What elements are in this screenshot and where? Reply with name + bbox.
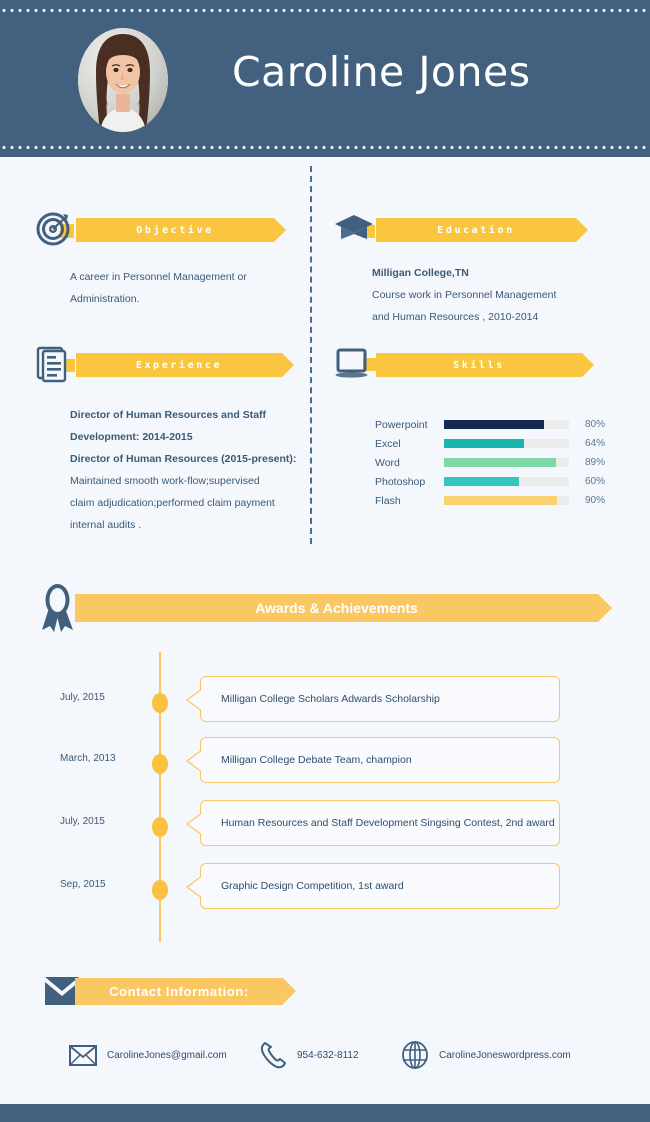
objective-line-0: A career in Personnel Management or [70, 271, 247, 283]
timeline-pointer-icon [186, 876, 202, 898]
skill-label: Excel [375, 437, 401, 450]
skills-ribbon: Skills [376, 353, 594, 377]
skill-fill [444, 496, 557, 505]
contact-text: 954-632-8112 [297, 1049, 359, 1061]
skill-label: Powerpoint [375, 418, 428, 431]
contact-item[interactable]: 954-632-8112 [258, 1040, 359, 1070]
contact-list: CarolineJones@gmail.com 954-632-8112 Carol… [0, 1040, 650, 1080]
globe-icon [400, 1040, 430, 1070]
phone-icon [258, 1040, 288, 1070]
skill-fill [444, 458, 556, 467]
skill-track [444, 496, 570, 505]
skill-row: Powerpoint 80% [375, 415, 605, 434]
experience-line-2: Director of Human Resources (2015-presen… [70, 453, 297, 465]
avatar [78, 28, 168, 132]
laptop-icon [334, 343, 376, 385]
timeline-date: July, 2015 [60, 816, 105, 827]
timeline-item: July, 2015 Milligan College Scholars Adwa… [0, 676, 650, 728]
awards-title: Awards & Achievements [255, 600, 418, 616]
experience-line-5: internal audits . [70, 519, 142, 531]
timeline-date: Sep, 2015 [60, 879, 106, 890]
timeline-date: July, 2015 [60, 692, 105, 703]
experience-title: Experience [135, 359, 223, 371]
experience-ribbon: Experience [76, 353, 294, 377]
skill-label: Word [375, 456, 400, 469]
objective-body: A career in Personnel Management or Admi… [70, 266, 300, 310]
timeline-item: Sep, 2015 Graphic Design Competition, 1st… [0, 863, 650, 915]
contact-item[interactable]: CarolineJones@gmail.com [68, 1040, 227, 1070]
skill-percent: 60% [585, 476, 606, 487]
skill-percent: 89% [585, 457, 606, 468]
education-line-0: Milligan College,TN [372, 267, 469, 279]
timeline-text: Human Resources and Staff Development Si… [221, 817, 555, 829]
skill-track [444, 439, 570, 448]
experience-line-4: claim adjudication;performed claim payme… [70, 497, 275, 509]
document-list-icon [34, 343, 76, 385]
timeline-card[interactable]: Milligan College Debate Team, champion [186, 737, 560, 783]
timeline-card[interactable]: Human Resources and Staff Development Si… [186, 800, 560, 846]
skill-track [444, 458, 570, 467]
timeline-pointer-icon [186, 689, 202, 711]
email-icon [68, 1040, 98, 1070]
experience-line-1: Development: 2014-2015 [70, 431, 193, 443]
skill-fill [444, 439, 525, 448]
education-line-1: Course work in Personnel Management [372, 289, 557, 301]
objective-ribbon: Objective [76, 218, 286, 242]
skill-fill [444, 477, 520, 486]
contact-title: Contact Information: [109, 984, 249, 999]
skill-row: Photoshop 60% [375, 472, 605, 491]
education-ribbon: Education [376, 218, 588, 242]
education-line-2: and Human Resources , 2010-2014 [372, 311, 539, 323]
timeline-item: March, 2013 Milligan College Debate Team,… [0, 737, 650, 789]
objective-title: Objective [136, 224, 214, 236]
portrait-photo-icon [78, 28, 168, 132]
page-title: Caroline Jones [232, 48, 531, 96]
skill-percent: 80% [585, 419, 606, 430]
target-dart-icon [34, 208, 76, 250]
awards-ribbon: Awards & Achievements [75, 594, 612, 622]
timeline-card[interactable]: Graphic Design Competition, 1st award [186, 863, 560, 909]
graduation-cap-icon [334, 208, 376, 250]
timeline-dot [152, 880, 168, 900]
timeline-text: Milligan College Scholars Adwards Schola… [221, 693, 440, 705]
skill-row: Word 89% [375, 453, 605, 472]
contact-item[interactable]: CarolineJoneswordpress.com [400, 1040, 571, 1070]
experience-line-0: Director of Human Resources and Staff [70, 409, 267, 421]
timeline-pointer-icon [186, 813, 202, 835]
resume-page: Caroline Jones Objective A career in Per… [0, 0, 650, 1122]
skill-row: Flash 90% [375, 491, 605, 510]
timeline-item: July, 2015 Human Resources and Staff Deve… [0, 800, 650, 852]
footer-bar [0, 1104, 650, 1122]
dotted-rule-bottom [0, 145, 650, 150]
experience-body: Director of Human Resources and Staff De… [70, 404, 320, 536]
skill-label: Photoshop [375, 475, 426, 488]
skill-fill [444, 420, 545, 429]
timeline-date: March, 2013 [60, 753, 116, 764]
skill-percent: 64% [585, 438, 606, 449]
header-banner: Caroline Jones [0, 0, 650, 157]
skills-title: Skills [453, 359, 505, 371]
timeline-dot [152, 754, 168, 774]
award-medal-icon [38, 582, 78, 634]
contact-ribbon: Contact Information: [75, 978, 296, 1005]
dotted-rule-top [0, 8, 650, 13]
timeline-dot [152, 817, 168, 837]
skills-chart: Powerpoint 80% Excel 64% Word 89% Photoshop 60%… [375, 415, 605, 510]
skill-track [444, 420, 570, 429]
timeline-text: Milligan College Debate Team, champion [221, 754, 412, 766]
skill-row: Excel 64% [375, 434, 605, 453]
objective-line-1: Administration. [70, 293, 140, 305]
timeline-text: Graphic Design Competition, 1st award [221, 880, 404, 892]
contact-text: CarolineJones@gmail.com [107, 1049, 227, 1061]
contact-text: CarolineJoneswordpress.com [439, 1049, 571, 1061]
skill-label: Flash [375, 494, 401, 507]
skill-track [444, 477, 570, 486]
timeline-dot [152, 693, 168, 713]
skill-percent: 90% [585, 495, 606, 506]
experience-line-3: Maintained smooth work-flow;supervised [70, 475, 260, 487]
education-body: Milligan College,TN Course work in Perso… [372, 262, 612, 328]
timeline-pointer-icon [186, 750, 202, 772]
education-title: Education [437, 224, 515, 236]
timeline-card[interactable]: Milligan College Scholars Adwards Schola… [186, 676, 560, 722]
